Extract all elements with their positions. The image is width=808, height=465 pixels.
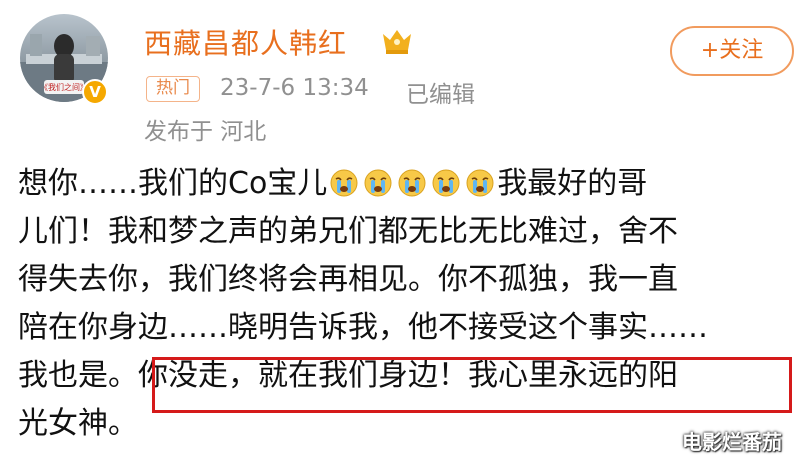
post-line-3: 得失去你，我们终将会再相见。你不孤独，我一直: [18, 262, 678, 297]
post-timestamp[interactable]: 23-7-6 13:34: [220, 75, 369, 101]
crying-face-emoji: [330, 169, 358, 197]
crying-face-emoji: [398, 169, 426, 197]
follow-button[interactable]: +关注: [670, 26, 794, 76]
edited-label[interactable]: 已编辑: [406, 75, 475, 109]
crying-emoji-group: [327, 166, 497, 201]
crying-face-emoji: [364, 169, 392, 197]
vip-crown-icon[interactable]: [380, 26, 414, 56]
post-text-segment: 想你……我们的Co宝儿: [18, 166, 328, 201]
crying-face-emoji: [466, 169, 494, 197]
post-text-segment: 我最好的哥: [497, 166, 648, 201]
highlight-box: [152, 357, 792, 413]
post-line-4: 陪在你身边……晓明告诉我，他不接受这个事实……: [18, 310, 708, 345]
crying-face-emoji: [432, 169, 460, 197]
hot-tag-badge[interactable]: 热门: [146, 76, 200, 102]
verified-badge-icon: V: [82, 79, 108, 105]
post-line-1: 想你……我们的Co宝儿 我最好的哥: [18, 160, 798, 208]
username[interactable]: 西藏昌都人韩红: [144, 22, 347, 62]
post-location: 发布于 河北: [144, 119, 267, 145]
watermark: 电影烂番茄: [682, 430, 782, 454]
post-line-2: 儿们！我和梦之声的弟兄们都无比无比难过，舍不: [18, 214, 678, 249]
avatar-label: 《我们之间》: [40, 82, 88, 92]
